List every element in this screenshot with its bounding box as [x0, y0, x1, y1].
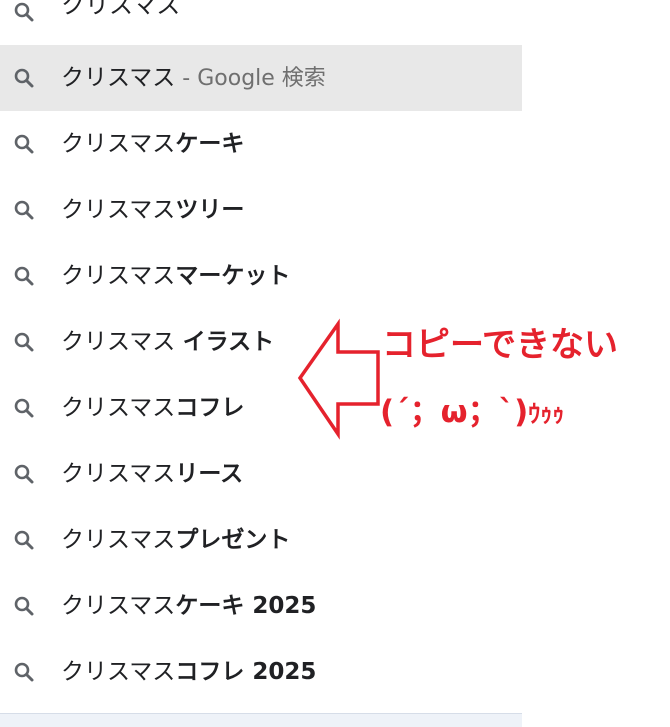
search-icon: [14, 200, 34, 220]
omnibox-input-row[interactable]: クリスマス: [0, 0, 522, 22]
search-icon: [14, 464, 34, 484]
search-icon: [14, 134, 34, 154]
suggestion-prefix: クリスマス: [61, 527, 176, 553]
suggestion-completion: リース: [175, 461, 244, 487]
suggestion-row[interactable]: クリスマスコフレ 2025: [0, 639, 522, 705]
search-icon: [14, 2, 34, 22]
suggestion-row[interactable]: クリスマスマーケット: [0, 243, 522, 309]
annotation-text-crying-face: (´；ω；`)ｳｩｩ: [380, 393, 564, 433]
suggestion-prefix: クリスマス: [61, 65, 176, 91]
suggestion-prefix: クリスマス: [61, 659, 176, 685]
suggestion-text: クリスマスプレゼント: [61, 526, 290, 554]
suggestion-completion: イラスト: [182, 329, 275, 355]
omnibox-input-text[interactable]: クリスマス: [61, 0, 180, 17]
suggestion-row[interactable]: クリスマスケーキ: [0, 111, 522, 177]
suggestion-suffix: - Google 検索: [175, 66, 326, 91]
dropdown-bottom-edge: [0, 713, 522, 727]
suggestion-completion: ケーキ 2025: [175, 593, 317, 619]
suggestion-text: クリスマスケーキ 2025: [61, 592, 316, 620]
suggestion-completion: マーケット: [175, 263, 291, 289]
suggestion-text: クリスマスコフレ 2025: [61, 658, 316, 686]
suggestion-row[interactable]: クリスマスプレゼント: [0, 507, 522, 573]
suggestion-row[interactable]: クリスマス - Google 検索: [0, 45, 522, 111]
suggestion-completion: コフレ: [175, 395, 245, 421]
suggestion-text: クリスマスマーケット: [61, 262, 290, 290]
suggestion-completion: コフレ 2025: [175, 659, 317, 685]
suggestion-completion: ケーキ: [175, 131, 245, 157]
search-icon: [14, 662, 34, 682]
suggestion-text: クリスマス - Google 検索: [61, 64, 326, 93]
suggestion-row[interactable]: クリスマスケーキ 2025: [0, 573, 522, 639]
search-icon: [14, 266, 34, 286]
suggestion-completion: ツリー: [175, 197, 245, 223]
suggestion-prefix: クリスマス: [61, 197, 176, 223]
suggestion-prefix: クリスマス: [61, 395, 176, 421]
crying-kaomoji: (´；ω；`): [380, 394, 529, 430]
annotation-tail: ｳｩｩ: [528, 400, 565, 428]
suggestion-prefix: クリスマス: [61, 593, 176, 619]
search-icon: [14, 398, 34, 418]
suggestion-text: クリスマス イラスト: [61, 328, 274, 356]
suggestion-text: クリスマスケーキ: [61, 130, 244, 158]
suggestion-row[interactable]: クリスマスリース: [0, 441, 522, 507]
suggestion-prefix: クリスマス: [61, 263, 176, 289]
suggestion-text: クリスマスコフレ: [61, 394, 244, 422]
suggestion-completion: プレゼント: [175, 527, 291, 553]
suggestion-text: クリスマスツリー: [61, 196, 244, 224]
search-icon: [14, 596, 34, 616]
left-arrow-annotation: [297, 318, 380, 440]
search-icon: [14, 68, 34, 88]
suggestion-prefix: クリスマス: [61, 329, 183, 355]
suggestion-prefix: クリスマス: [61, 131, 176, 157]
annotation-text-cannot-copy: コピーできない: [382, 325, 618, 365]
search-icon: [14, 530, 34, 550]
suggestion-prefix: クリスマス: [61, 461, 176, 487]
search-icon: [14, 332, 34, 352]
suggestion-text: クリスマスリース: [61, 460, 243, 488]
suggestion-row[interactable]: クリスマスツリー: [0, 177, 522, 243]
